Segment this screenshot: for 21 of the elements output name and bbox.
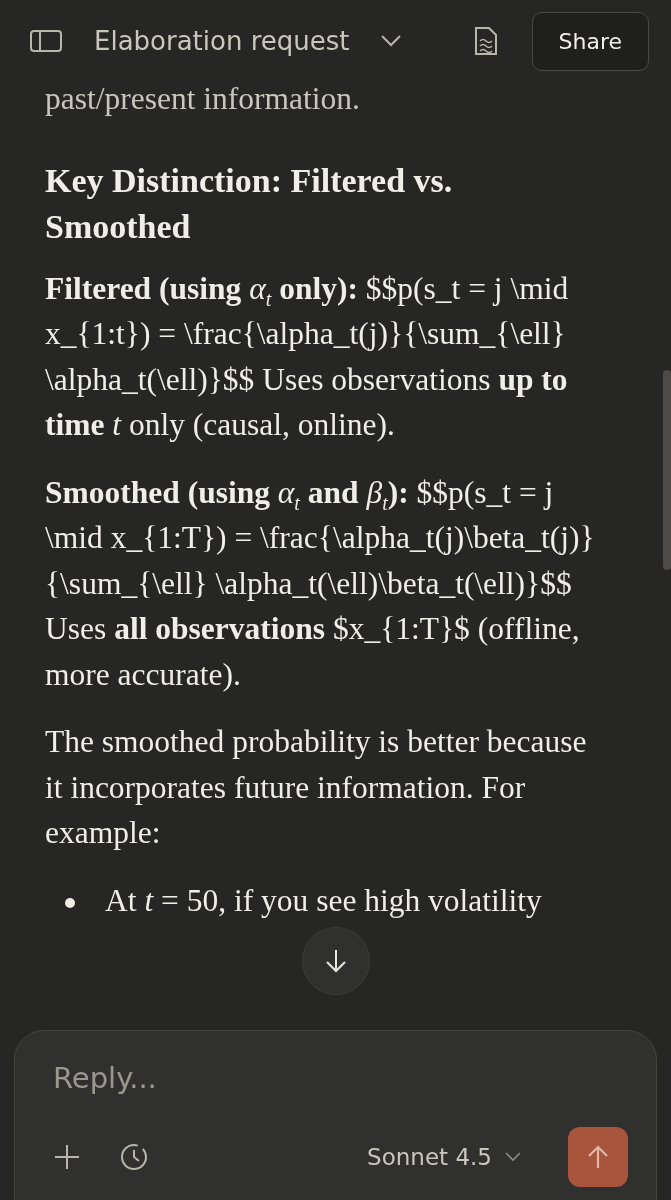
paragraph: past/present information. bbox=[45, 80, 361, 118]
plus-icon[interactable] bbox=[53, 1143, 81, 1171]
scrollbar-thumb[interactable] bbox=[663, 370, 671, 570]
arrow-up-icon bbox=[587, 1144, 609, 1170]
paragraph: Filtered (using α$_{t}$ only): $$p(s_t = j \mid x_{1:t}) = \frac{\alpha_t(j)}{\sum_{\ell} \alpha_t(\ell)}$$ Uses observations up to time t only (causal, online). bbox=[45, 269, 570, 444]
model-selector[interactable]: Sonnet 4.5 bbox=[367, 1144, 522, 1170]
paragraph: Smoothed (using α$_{t}$ and β$_{t}$): $$p(s_t = j \mid x_{1:T}) = \frac{\alpha_t(j)\beta_t(j)}{\sum_{\ell} \alpha_t(\ell)\beta_t(\ell)}$$ Uses all observations $x_{1:T}$ (offline, more accurate). bbox=[45, 473, 596, 694]
document-icon[interactable] bbox=[473, 25, 498, 57]
list-item: At t = 50, if you see high volatility bbox=[105, 881, 542, 920]
sidebar-icon[interactable] bbox=[30, 29, 62, 53]
share-button[interactable]: Share bbox=[531, 11, 649, 71]
send-button[interactable] bbox=[568, 1127, 628, 1187]
chevron-down-icon[interactable] bbox=[379, 34, 402, 48]
reply-field[interactable]: Reply... bbox=[53, 1061, 628, 1095]
clock-icon[interactable] bbox=[119, 1142, 149, 1172]
arrow-down-icon bbox=[325, 948, 347, 974]
paragraph: The smoothed probability is better because it incorporates future information. For example: bbox=[45, 723, 588, 852]
chevron-down-icon bbox=[504, 1151, 522, 1163]
bullet-icon bbox=[65, 897, 75, 908]
section-heading: Key Distinction: Filtered vs. Smoothed bbox=[45, 160, 454, 247]
chat-title[interactable]: Elaboration request bbox=[82, 26, 350, 56]
